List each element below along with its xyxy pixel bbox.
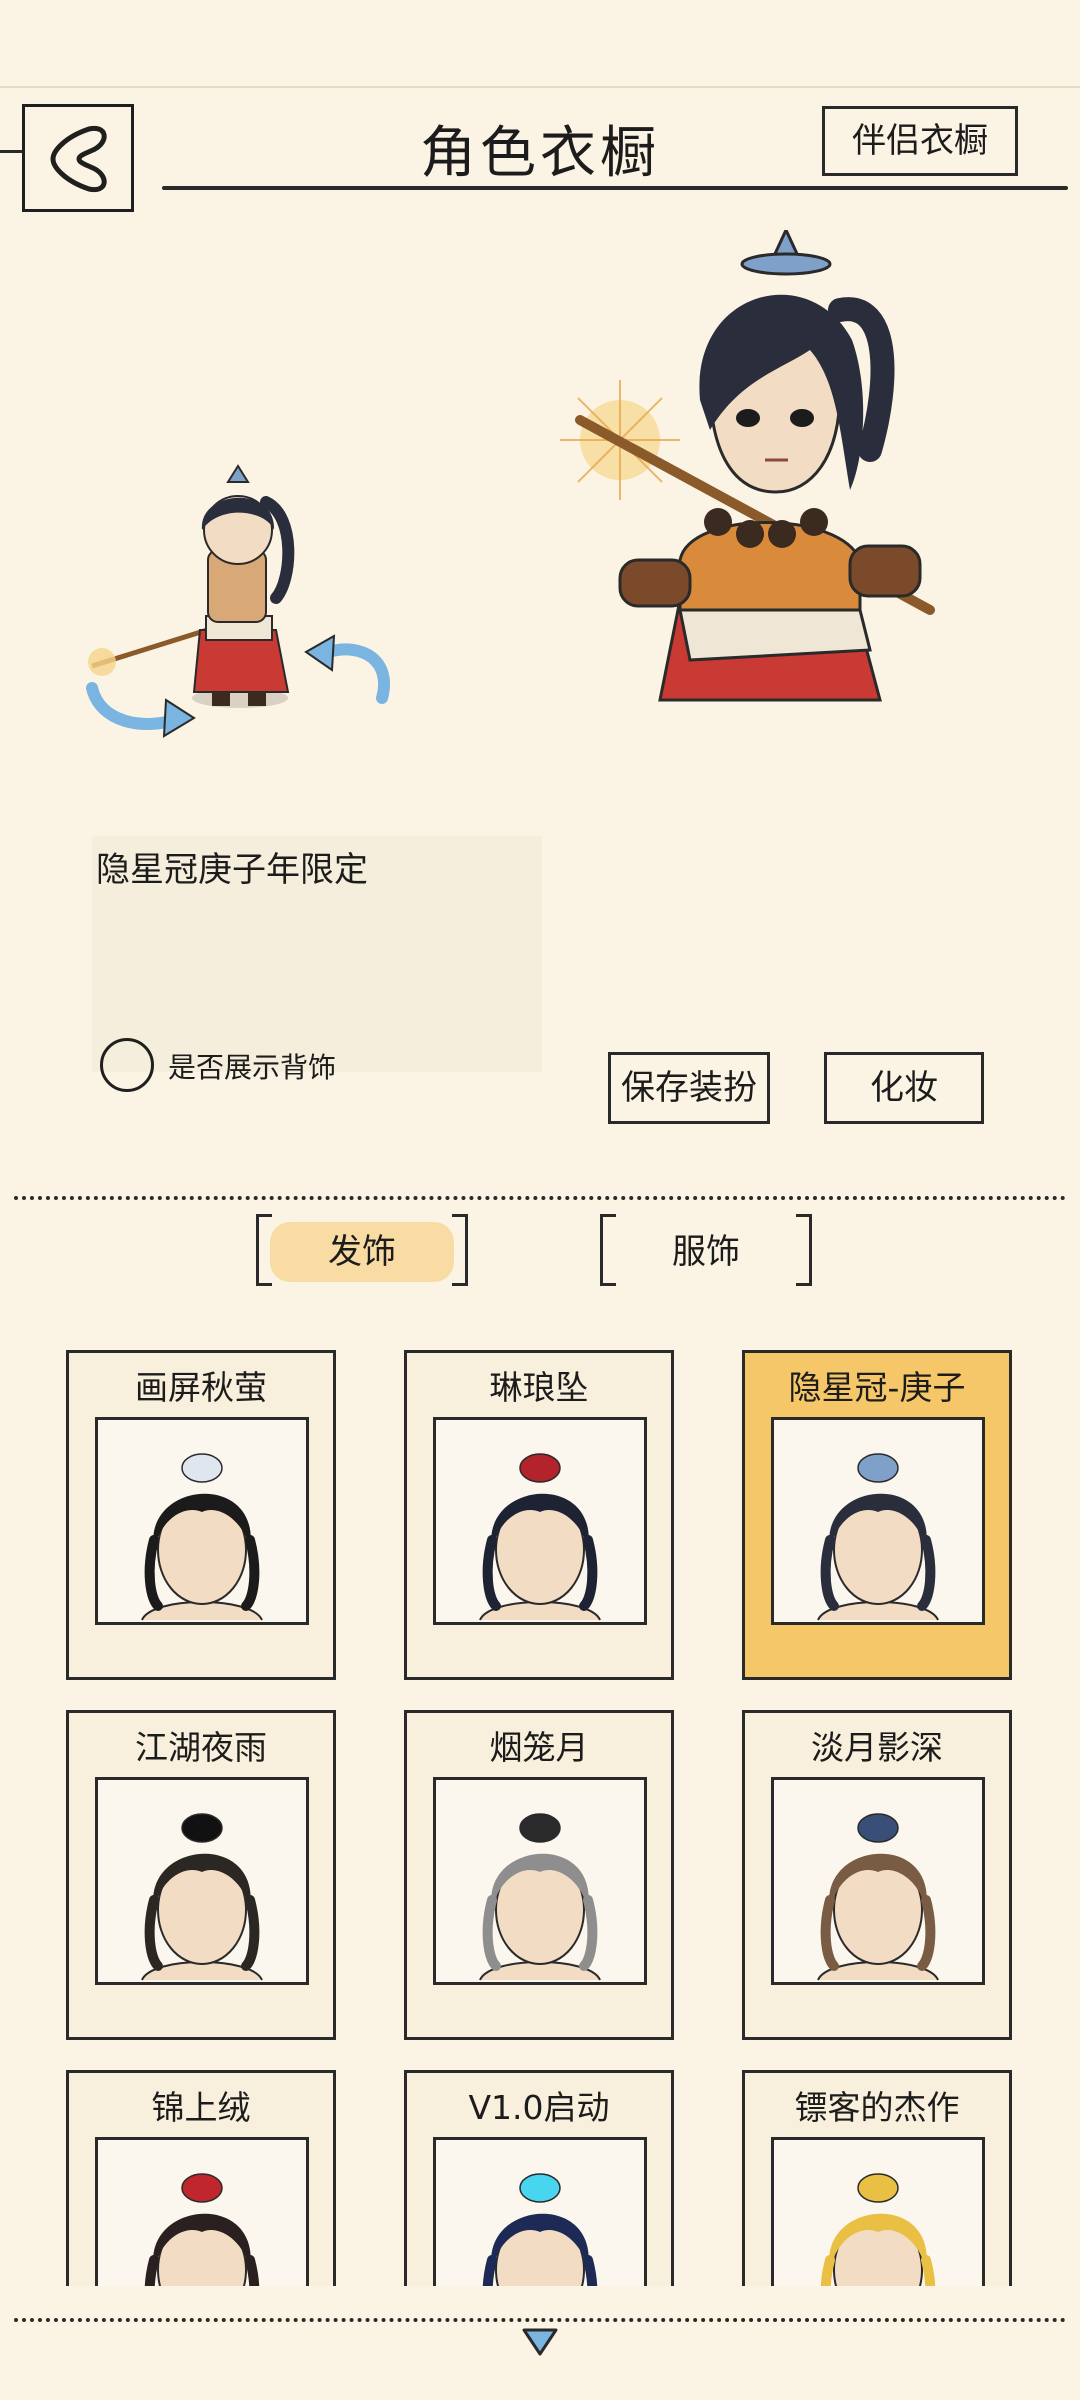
item-card[interactable]: 江湖夜雨 [66,1710,336,2040]
item-grid[interactable]: 画屏秋萤 琳琅坠 隐星冠-庚子 江湖夜雨 烟笼月 淡月影深 锦上绒 V1.0启动… [0,1340,1080,2286]
item-card-image [95,2137,309,2286]
tab-clothing-label: 服饰 [672,1232,740,1272]
rotate-right-icon[interactable] [304,634,390,704]
character-preview-small[interactable] [70,430,410,760]
character-portrait [540,226,960,710]
item-card-image [95,1417,309,1625]
hairstyle-thumbnail [144,2173,260,2286]
hairstyle-thumbnail [820,2173,936,2286]
item-card-title: 锦上绒 [151,2088,251,2127]
header-rule [162,186,1068,190]
bottom-divider [14,2318,1066,2322]
item-card-image [433,1417,647,1625]
item-card-image [433,1777,647,1985]
item-card-title: 烟笼月 [489,1728,589,1767]
hairstyle-thumbnail [817,1453,939,1621]
item-card-title: 隐星冠-庚子 [788,1368,966,1407]
item-card[interactable]: 淡月影深 [742,1710,1012,2040]
show-back-accessory-label: 是否展示背饰 [168,1051,337,1084]
item-card[interactable]: 琳琅坠 [404,1350,674,1680]
hairstyle-thumbnail [141,1813,263,1981]
hairstyle-thumbnail [479,1453,601,1621]
item-card-image [771,2137,985,2286]
item-card-title: 淡月影深 [811,1728,943,1767]
item-card-image [771,1417,985,1625]
section-divider [14,1196,1066,1200]
companion-wardrobe-button[interactable]: 伴侣衣橱 [822,106,1018,176]
hairstyle-thumbnail [141,1453,263,1621]
item-card[interactable]: V1.0启动 [404,2070,674,2286]
item-card-image [433,2137,647,2286]
show-back-accessory-radio[interactable] [100,1038,154,1092]
save-outfit-button[interactable]: 保存装扮 [608,1052,770,1124]
tab-hair-label: 发饰 [328,1232,396,1272]
hairstyle-thumbnail [482,2173,598,2286]
item-card[interactable]: 镖客的杰作 [742,2070,1012,2286]
item-card[interactable]: 锦上绒 [66,2070,336,2286]
hairstyle-thumbnail [817,1813,939,1981]
rotate-left-icon[interactable] [86,682,196,738]
tab-hair-accessories[interactable]: 发饰 [256,1214,468,1290]
top-divider [0,86,1080,88]
item-name: 隐星冠庚子年限定 [96,850,368,890]
scroll-down-icon[interactable] [520,2326,560,2362]
makeup-button[interactable]: 化妆 [824,1052,984,1124]
item-card[interactable]: 烟笼月 [404,1710,674,2040]
item-card-image [95,1777,309,1985]
item-card-title: 江湖夜雨 [135,1728,267,1767]
item-card-title: V1.0启动 [468,2088,610,2127]
item-card-title: 画屏秋萤 [135,1368,267,1407]
tab-clothing[interactable]: 服饰 [600,1214,812,1290]
item-card-title: 琳琅坠 [489,1368,589,1407]
item-card-image [771,1777,985,1985]
item-card-selected[interactable]: 隐星冠-庚子 [742,1350,1012,1680]
item-card-title: 镖客的杰作 [794,2088,960,2127]
hairstyle-thumbnail [479,1813,601,1981]
item-card[interactable]: 画屏秋萤 [66,1350,336,1680]
